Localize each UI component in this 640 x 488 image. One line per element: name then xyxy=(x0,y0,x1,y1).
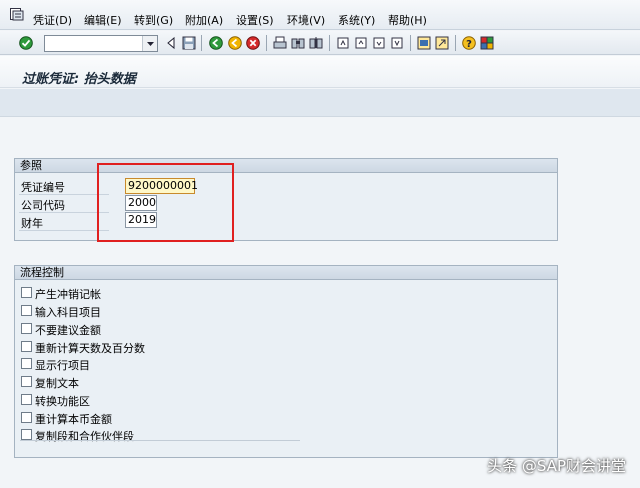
toolbar-separator xyxy=(266,35,267,51)
app-menu-icon[interactable] xyxy=(10,8,24,21)
checkbox[interactable] xyxy=(21,323,32,334)
menu-goto[interactable]: 转到(G) xyxy=(134,12,173,28)
reference-group: 参照 凭证编号 9200000001 公司代码 2000 财年 2019 xyxy=(14,158,558,241)
customize-layout-icon[interactable] xyxy=(480,36,494,50)
shortcut-icon[interactable] xyxy=(435,36,449,50)
toolbar-separator xyxy=(201,35,202,51)
checkbox[interactable] xyxy=(21,394,32,405)
svg-text:?: ? xyxy=(466,39,472,50)
back-icon[interactable] xyxy=(209,36,223,50)
menu-system[interactable]: 系统(Y) xyxy=(338,12,375,28)
checkbox[interactable] xyxy=(21,376,32,387)
first-page-icon[interactable] xyxy=(336,36,350,50)
watermark: 头条 @SAP财会讲堂 xyxy=(487,457,626,475)
toolbar-separator xyxy=(329,35,330,51)
find-icon[interactable] xyxy=(291,36,305,50)
option-label: 复制文本 xyxy=(35,377,79,390)
back-triangle-icon[interactable] xyxy=(164,36,178,50)
command-dropdown[interactable] xyxy=(142,36,157,51)
last-page-icon[interactable] xyxy=(390,36,404,50)
help-icon[interactable]: ? xyxy=(462,36,476,50)
toolbar-separator xyxy=(410,35,411,51)
title-bar: 过账凭证: 抬头数据 xyxy=(0,56,640,88)
menu-help[interactable]: 帮助(H) xyxy=(388,12,427,28)
flow-control-group: 流程控制 产生冲销记帐 输入科目项目 不要建议金额 重新计算天数及百分数 显示行… xyxy=(14,265,558,458)
row-divider xyxy=(19,194,109,195)
document-number-label: 凭证编号 xyxy=(21,181,65,194)
menu-environment[interactable]: 环境(V) xyxy=(287,12,325,28)
fiscal-year-label: 财年 xyxy=(21,217,43,230)
chevron-down-icon xyxy=(147,42,154,46)
application-toolbar xyxy=(0,89,640,117)
option-label: 重计算本币金额 xyxy=(35,413,112,426)
command-field[interactable] xyxy=(44,35,158,52)
menu-edit[interactable]: 编辑(E) xyxy=(84,12,122,28)
flow-control-group-title: 流程控制 xyxy=(15,266,557,280)
checkbox[interactable] xyxy=(21,305,32,316)
option-label: 显示行项目 xyxy=(35,359,90,372)
page-title: 过账凭证: 抬头数据 xyxy=(22,72,136,87)
option-label: 产生冲销记帐 xyxy=(35,288,101,301)
option-label: 重新计算天数及百分数 xyxy=(35,342,145,355)
row-divider xyxy=(19,230,109,231)
next-page-icon[interactable] xyxy=(372,36,386,50)
menu-bar: 凭证(D) 编辑(E) 转到(G) 附加(A) 设置(S) 环境(V) 系统(Y… xyxy=(0,0,640,30)
toolbar-separator xyxy=(455,35,456,51)
cancel-icon[interactable] xyxy=(246,36,260,50)
command-input[interactable] xyxy=(45,36,141,51)
menu-document[interactable]: 凭证(D) xyxy=(33,12,72,28)
option-label: 复制段和合作伙伴段 xyxy=(35,430,134,443)
option-label: 不要建议金额 xyxy=(35,324,101,337)
print-icon[interactable] xyxy=(273,36,287,50)
option-label: 输入科目项目 xyxy=(35,306,101,319)
find-next-icon[interactable] xyxy=(309,36,323,50)
enter-check-icon[interactable] xyxy=(19,36,33,50)
row-divider xyxy=(19,212,109,213)
menu-extras[interactable]: 附加(A) xyxy=(185,12,223,28)
new-session-icon[interactable] xyxy=(417,36,431,50)
save-icon[interactable] xyxy=(182,36,196,50)
checkbox[interactable] xyxy=(21,429,32,440)
previous-page-icon[interactable] xyxy=(354,36,368,50)
checkbox[interactable] xyxy=(21,358,32,369)
checkbox[interactable] xyxy=(21,287,32,298)
checkbox[interactable] xyxy=(21,341,32,352)
company-code-label: 公司代码 xyxy=(21,199,65,212)
checkbox[interactable] xyxy=(21,412,32,423)
group-divider xyxy=(20,440,300,441)
exit-icon[interactable] xyxy=(228,36,242,50)
menu-settings[interactable]: 设置(S) xyxy=(236,12,274,28)
option-label: 转换功能区 xyxy=(35,395,90,408)
highlight-annotation xyxy=(97,163,234,242)
